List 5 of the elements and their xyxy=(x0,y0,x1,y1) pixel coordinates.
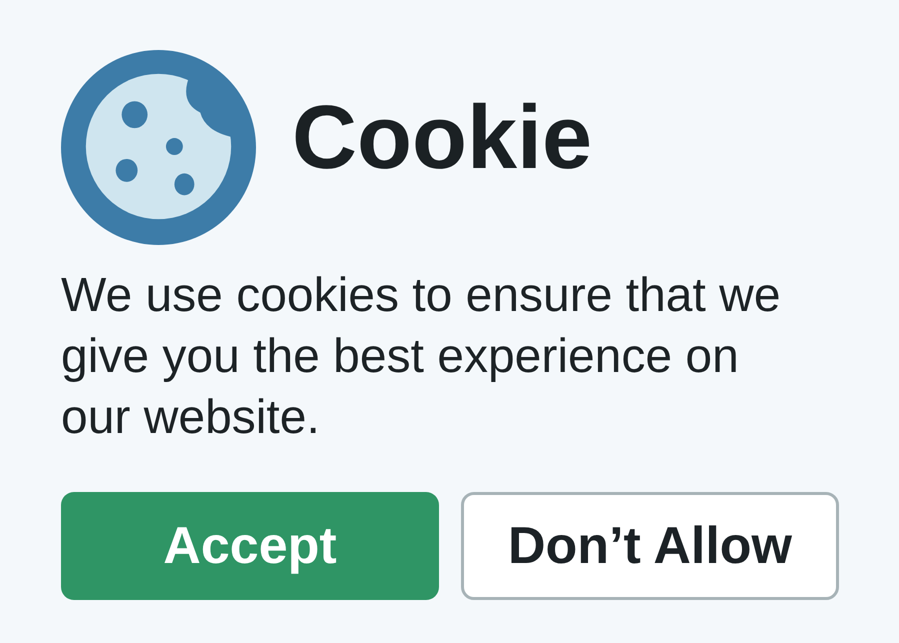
cookie-icon xyxy=(61,50,256,245)
cookie-message: We use cookies to ensure that we give you the best experience on our website. xyxy=(61,268,782,446)
cookie-title: Cookie xyxy=(292,92,592,182)
accept-button[interactable]: Accept xyxy=(61,492,439,600)
dont-allow-button[interactable]: Don’t Allow xyxy=(461,492,839,600)
